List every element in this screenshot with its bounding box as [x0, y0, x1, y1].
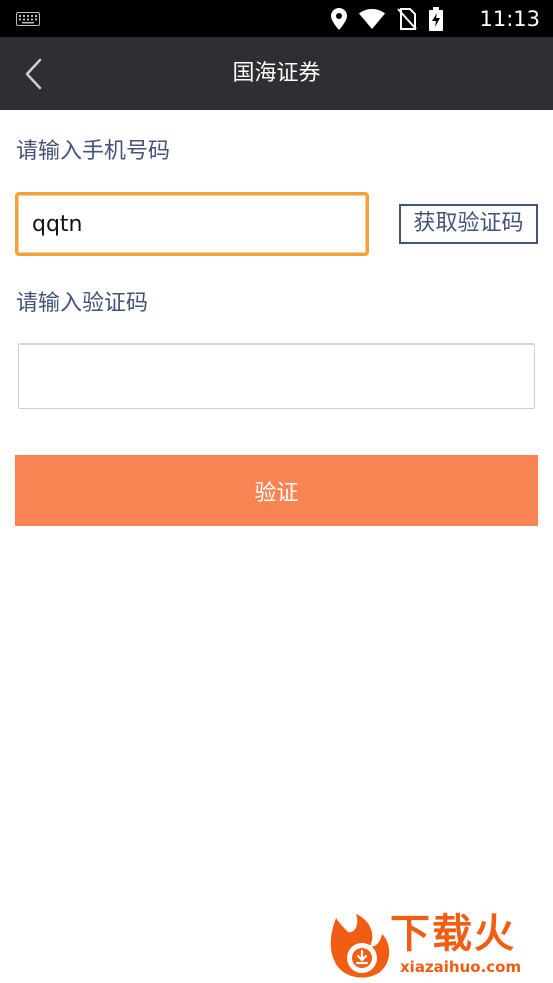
location-icon — [331, 8, 347, 30]
get-code-button[interactable]: 获取验证码 — [399, 204, 538, 244]
phone-label: 请输入手机号码 — [16, 139, 171, 164]
keyboard-icon — [16, 12, 40, 26]
battery-charging-icon — [429, 7, 443, 31]
watermark-name: 下载火 — [390, 911, 516, 957]
watermark: 下载火 xiazaihuo.com — [326, 910, 551, 982]
verify-button[interactable]: 验证 — [15, 455, 538, 526]
app-bar: 国海证券 — [0, 37, 553, 110]
status-bar: 11:13 — [0, 0, 553, 37]
page-title: 国海证券 — [232, 61, 321, 86]
flame-logo-icon — [330, 914, 390, 978]
status-time: 11:13 — [479, 7, 540, 31]
status-icons — [331, 7, 443, 31]
watermark-url: xiazaihuo.com — [400, 958, 522, 976]
verification-code-input[interactable] — [18, 343, 535, 409]
code-label: 请输入验证码 — [16, 291, 149, 316]
wifi-icon — [359, 9, 385, 29]
phone-input[interactable] — [15, 192, 369, 256]
no-sim-icon — [397, 8, 417, 30]
